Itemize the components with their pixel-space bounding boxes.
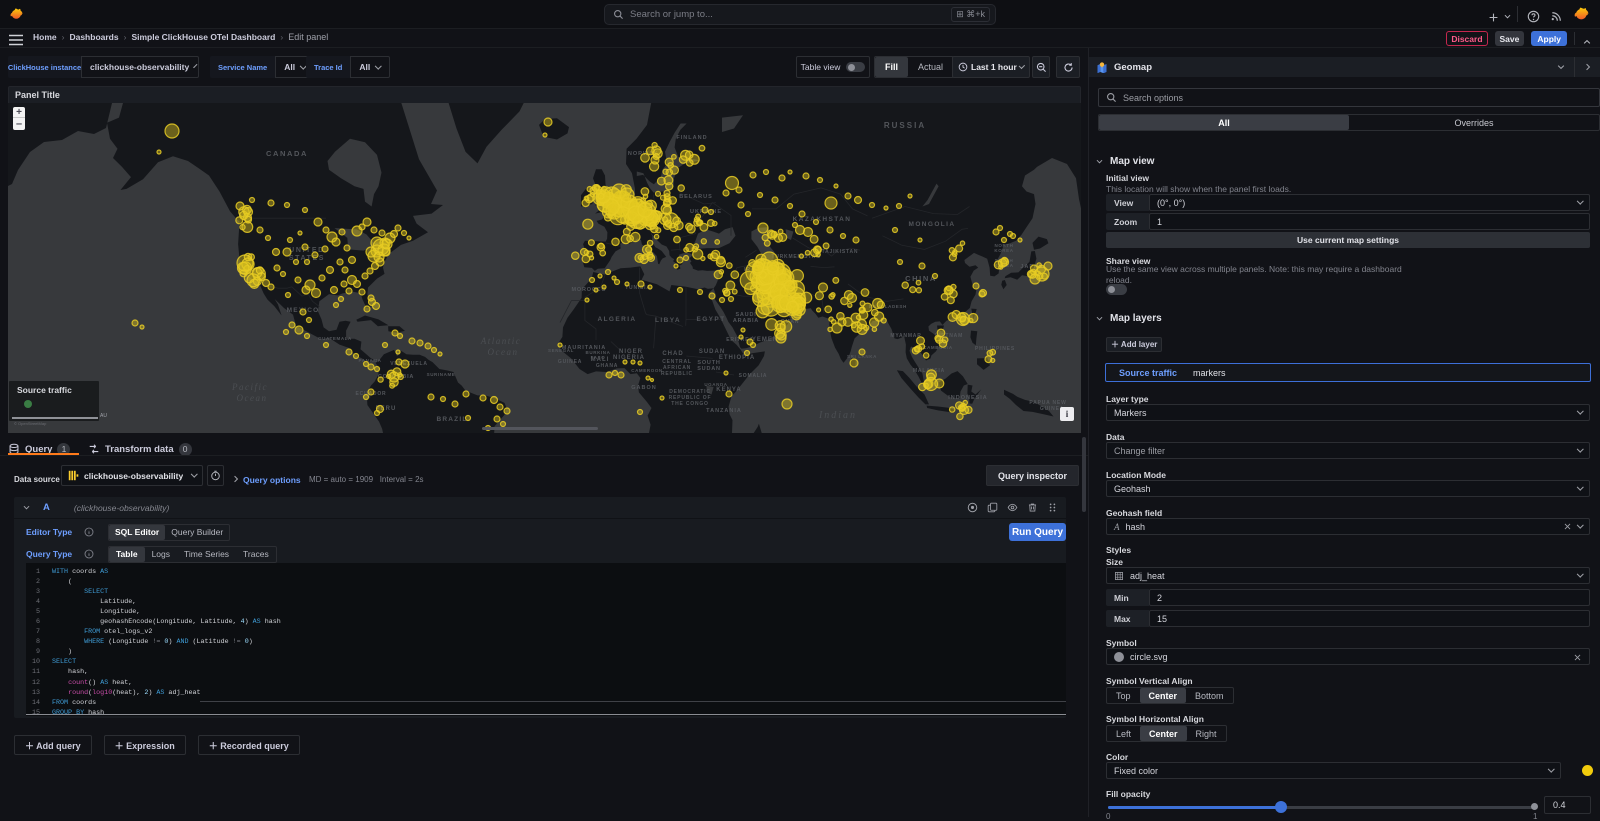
svg-text:UGANDA: UGANDA [704,382,727,387]
svg-text:Ocean: Ocean [488,347,519,357]
svg-text:Ocean: Ocean [237,393,268,403]
svg-text:NIGERIA: NIGERIA [613,355,645,361]
svg-text:SUDAN: SUDAN [697,366,721,372]
svg-text:YEMEN: YEMEN [752,337,778,343]
svg-text:CAMEROON: CAMEROON [631,368,663,373]
svg-text:CAMBODIA: CAMBODIA [923,345,953,350]
svg-text:SENEGAL: SENEGAL [548,348,574,353]
svg-text:CHAD: CHAD [662,351,683,357]
svg-text:KOREA: KOREA [994,248,1013,253]
svg-text:GHANA: GHANA [596,363,618,369]
svg-text:SURINAME: SURINAME [427,372,456,377]
svg-text:MONGOLIA: MONGOLIA [909,221,956,228]
svg-text:Atlantic: Atlantic [480,336,522,346]
svg-text:EGYPT: EGYPT [696,316,725,323]
svg-text:ETHIOPIA: ETHIOPIA [719,355,755,361]
svg-text:BELARUS: BELARUS [679,194,713,200]
svg-text:INDONESIA: INDONESIA [948,395,988,401]
svg-text:ALGERIA: ALGERIA [597,316,636,323]
svg-text:BRAZIL: BRAZIL [436,416,467,423]
svg-text:REPUBLIC: REPUBLIC [661,371,693,377]
svg-text:GUATEMALA: GUATEMALA [318,336,352,341]
svg-text:FASO: FASO [591,355,606,360]
svg-text:Indian: Indian [818,410,857,421]
svg-text:PANAMA: PANAMA [358,358,381,363]
svg-text:CANADA: CANADA [266,149,308,158]
svg-text:TAJIKISTAN: TAJIKISTAN [822,249,859,255]
svg-text:GUINEA: GUINEA [558,359,582,365]
svg-text:MOROCCO: MOROCCO [572,287,607,293]
svg-text:LIBYA: LIBYA [655,317,681,324]
svg-text:RUSSIA: RUSSIA [884,121,926,130]
svg-text:THE CONGO: THE CONGO [671,401,708,407]
svg-text:Pacific: Pacific [231,382,268,392]
svg-text:GABON: GABON [631,385,656,391]
svg-text:FINLAND: FINLAND [676,135,707,141]
svg-text:TANZANIA: TANZANIA [706,408,742,414]
svg-text:ARABIA: ARABIA [733,318,759,324]
svg-text:SOMALIA: SOMALIA [739,373,768,379]
